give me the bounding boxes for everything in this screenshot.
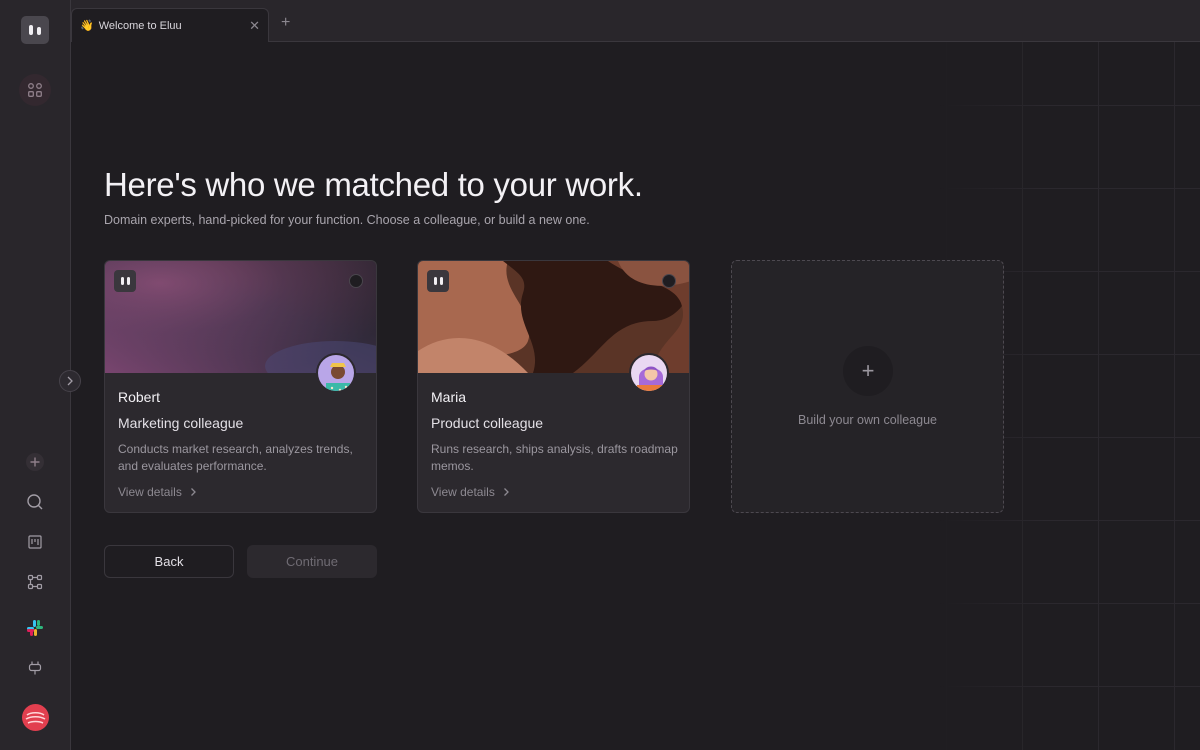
plug-icon[interactable] xyxy=(19,652,51,684)
back-button[interactable]: Back xyxy=(104,545,234,578)
main-content: Here's who we matched to your work. Doma… xyxy=(71,42,1200,750)
continue-button[interactable]: Continue xyxy=(247,545,377,578)
chevron-right-icon xyxy=(190,488,196,496)
colleague-name: Maria xyxy=(431,389,467,405)
select-radio[interactable] xyxy=(349,274,363,288)
close-icon[interactable]: ✕ xyxy=(249,18,260,34)
build-own-colleague-card[interactable]: + Build your own colleague xyxy=(731,260,1004,513)
view-details-label: View details xyxy=(118,485,182,499)
chevron-right-icon xyxy=(503,488,509,496)
colleague-card-maria[interactable]: Maria Product colleague Runs research, s… xyxy=(417,260,690,513)
colleague-card-robert[interactable]: Robert Marketing colleague Conducts mark… xyxy=(104,260,377,513)
view-details-label: View details xyxy=(431,485,495,499)
search-icon[interactable] xyxy=(19,486,51,518)
robert-avatar xyxy=(316,353,356,393)
page-subtitle: Domain experts, hand-picked for your fun… xyxy=(104,213,590,227)
view-details-link[interactable]: View details xyxy=(118,485,197,499)
tab-welcome[interactable]: 👋 Welcome to Eluu ✕ xyxy=(71,8,269,42)
plus-icon: + xyxy=(843,346,893,396)
board-icon[interactable] xyxy=(19,526,51,558)
colleague-description: Conducts market research, analyzes trend… xyxy=(118,442,353,473)
select-radio[interactable] xyxy=(662,274,676,288)
colleague-role: Product colleague xyxy=(431,415,544,431)
maria-avatar xyxy=(629,353,669,393)
tab-title: Welcome to Eluu xyxy=(98,19,182,32)
colleague-description: Runs research, ships analysis, drafts ro… xyxy=(431,442,678,473)
grid-icon[interactable] xyxy=(19,74,51,106)
sidebar-collapse-toggle[interactable] xyxy=(59,370,81,392)
colleague-name: Robert xyxy=(118,389,161,405)
wave-icon: 👋 xyxy=(80,20,94,32)
plus-icon[interactable] xyxy=(19,446,51,478)
app-logo[interactable] xyxy=(21,16,49,44)
new-tab-button[interactable]: + xyxy=(281,14,290,32)
user-avatar[interactable] xyxy=(22,704,49,731)
slack-icon[interactable] xyxy=(19,612,51,644)
card-logo xyxy=(427,270,449,292)
card-logo xyxy=(114,270,136,292)
page-title: Here's who we matched to your work. xyxy=(104,166,643,203)
tab-bar: 👋 Welcome to Eluu ✕ + xyxy=(71,0,1200,42)
workflow-icon[interactable] xyxy=(19,566,51,598)
build-own-label: Build your own colleague xyxy=(798,413,937,427)
view-details-link[interactable]: View details xyxy=(431,485,510,499)
colleague-role: Marketing colleague xyxy=(118,415,244,431)
